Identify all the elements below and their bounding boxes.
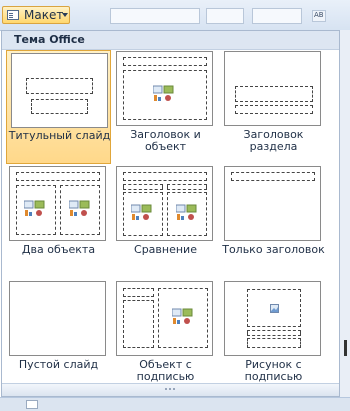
layout-label: Заголовок раздела bbox=[243, 128, 304, 153]
layout-icon bbox=[7, 10, 19, 20]
layout-tile-section-header[interactable]: Заголовок раздела bbox=[221, 50, 326, 164]
layout-label: Сравнение bbox=[134, 243, 197, 256]
layout-label: Два объекта bbox=[21, 243, 96, 256]
comparison-layout-icon bbox=[116, 166, 213, 241]
grip-dots-icon bbox=[164, 387, 176, 391]
layout-gallery: Тема Office Титульный слайд Заголовок и … bbox=[1, 30, 340, 397]
layout-label: Только заголовок bbox=[222, 243, 325, 256]
gallery-header-title: Тема Office bbox=[14, 33, 85, 46]
status-area bbox=[0, 397, 350, 411]
title-slide-layout-icon bbox=[11, 53, 108, 128]
layout-tile-comparison[interactable]: Сравнение bbox=[113, 165, 218, 279]
content-placeholder-icon bbox=[172, 308, 193, 324]
ribbon-control[interactable] bbox=[252, 8, 302, 24]
layout-tile-title-only[interactable]: Только заголовок bbox=[221, 165, 326, 279]
content-with-caption-layout-icon bbox=[116, 281, 213, 356]
layout-label: Рисунок с подписью bbox=[244, 358, 303, 383]
font-size-field[interactable] bbox=[206, 8, 244, 24]
content-placeholder-icon bbox=[176, 204, 197, 220]
chevron-down-icon bbox=[62, 13, 68, 17]
layout-tile-picture-with-caption[interactable]: Рисунок с подписью bbox=[221, 280, 326, 394]
font-name-field[interactable] bbox=[110, 8, 200, 24]
content-placeholder-icon bbox=[153, 85, 174, 101]
layout-tile-blank[interactable]: Пустой слайд bbox=[6, 280, 111, 394]
title-only-layout-icon bbox=[224, 166, 321, 241]
layout-tile-title-slide[interactable]: Титульный слайд bbox=[6, 50, 111, 164]
layout-label: Объект с подписью bbox=[136, 358, 195, 383]
content-placeholder-icon bbox=[131, 204, 152, 220]
gallery-resize-grip[interactable] bbox=[2, 383, 339, 396]
title-and-content-layout-icon bbox=[116, 51, 213, 126]
layout-tile-content-with-caption[interactable]: Объект с подписью bbox=[113, 280, 218, 394]
layout-label: Заголовок и объект bbox=[130, 128, 201, 153]
layout-label: Титульный слайд bbox=[8, 129, 111, 142]
layout-label: Пустой слайд bbox=[18, 358, 99, 371]
content-placeholder-icon bbox=[24, 200, 45, 216]
layout-tile-two-content[interactable]: Два объекта bbox=[6, 165, 111, 279]
section-header-layout-icon bbox=[224, 51, 321, 126]
layout-button[interactable]: Макет bbox=[2, 6, 70, 24]
text-style-button[interactable]: AB bbox=[312, 10, 326, 22]
two-content-layout-icon bbox=[9, 166, 106, 241]
picture-with-caption-layout-icon bbox=[224, 281, 321, 356]
scroll-button[interactable] bbox=[26, 400, 38, 409]
picture-placeholder-icon bbox=[270, 304, 279, 313]
layout-tile-title-and-content[interactable]: Заголовок и объект bbox=[113, 50, 218, 164]
gallery-header: Тема Office bbox=[2, 31, 339, 50]
slide-edge-mark bbox=[344, 340, 347, 356]
text-style-label: AB bbox=[314, 11, 324, 19]
layout-button-label: Макет bbox=[24, 8, 64, 22]
blank-layout-icon bbox=[9, 281, 106, 356]
ribbon-toolbar: Макет AB bbox=[0, 0, 350, 31]
content-placeholder-icon bbox=[69, 200, 90, 216]
